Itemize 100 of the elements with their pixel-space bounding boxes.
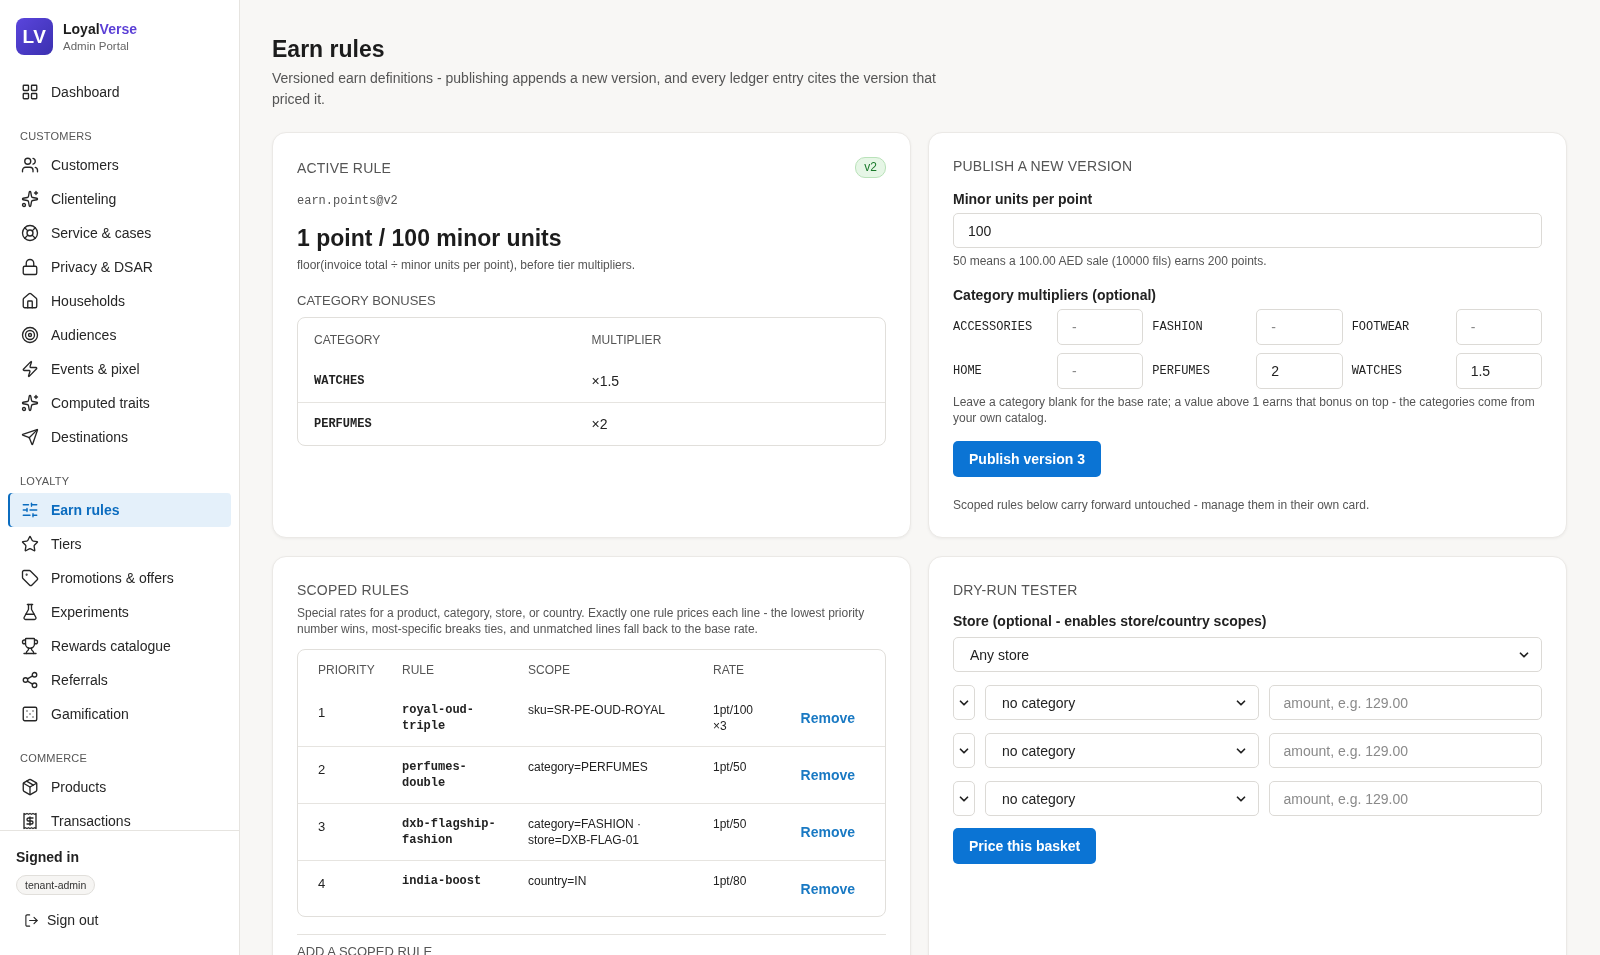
column-header: MULTIPLIER <box>591 332 663 349</box>
category-select[interactable]: no category <box>985 733 1259 768</box>
card-heading: SCOPED RULES <box>297 581 411 599</box>
card-heading: DRY-RUN TESTER <box>953 581 1079 599</box>
field-label: Category multipliers (optional) <box>953 286 1156 305</box>
table-cell-text: 1pt/100 ×3 <box>713 702 755 735</box>
amount-input[interactable]: amount, e.g. 129.00 <box>1268 781 1542 816</box>
minor-units-input[interactable]: 100 <box>953 213 1542 248</box>
sidebar-item[interactable]: Audiences <box>8 318 231 352</box>
table-cell-text: india-boost <box>402 873 483 890</box>
target-icon <box>21 326 39 344</box>
brand-name: LoyalVerse <box>63 20 137 38</box>
sparkles-icon <box>21 394 39 412</box>
line-select[interactable] <box>953 685 975 720</box>
sidebar-item[interactable]: Computed traits <box>8 386 231 420</box>
price-basket-button[interactable]: Price this basket <box>953 828 1097 864</box>
amount-input[interactable]: amount, e.g. 129.00 <box>1268 733 1542 768</box>
sidebar-item[interactable]: Experiments <box>8 595 231 629</box>
table-cell-text: 1 <box>318 704 327 722</box>
multiplier-input[interactable]: - <box>1455 309 1542 345</box>
column-header: RATE <box>713 662 746 679</box>
logo: LV <box>16 18 53 55</box>
remove-button[interactable]: Remove <box>800 824 855 840</box>
rule-rate: 1 point / 100 minor units <box>297 224 562 253</box>
receipt-icon <box>21 812 39 830</box>
multiplier-input[interactable]: 2 <box>1256 353 1343 389</box>
sidebar-item[interactable]: Rewards catalogue <box>8 629 231 663</box>
house-icon <box>21 292 39 310</box>
column-header: SCOPE <box>528 662 571 679</box>
rule-id: earn.points@v2 <box>297 193 398 209</box>
remove-button[interactable]: Remove <box>800 767 855 783</box>
multiplier-input[interactable]: - <box>1057 353 1144 389</box>
sidebar-item[interactable]: Referrals <box>8 663 231 697</box>
multiplier-input[interactable]: - <box>1256 309 1343 345</box>
line-select[interactable] <box>953 733 975 768</box>
category-select[interactable]: no category <box>985 685 1259 720</box>
nav-section-label: LOYALTY <box>20 474 71 488</box>
sidebar-item[interactable]: Earn rules <box>8 493 231 527</box>
grid-icon <box>21 83 39 101</box>
sidebar-item[interactable]: Gamification <box>8 697 231 731</box>
lifebuoy-icon <box>21 224 39 242</box>
share-icon <box>21 671 39 689</box>
column-header: RULE <box>402 662 435 679</box>
lightning-icon <box>21 360 39 378</box>
nav-section-label: CUSTOMERS <box>20 129 93 143</box>
amount-input[interactable]: amount, e.g. 129.00 <box>1268 685 1542 720</box>
sidebar-item[interactable]: Promotions & offers <box>8 561 231 595</box>
table-cell-text: royal-oud-triple <box>402 702 475 735</box>
star-icon <box>21 535 39 553</box>
table-cell-text: ×1.5 <box>591 372 621 391</box>
sidebar-item[interactable]: Customers <box>8 148 231 182</box>
sidebar-item[interactable]: Privacy & DSAR <box>8 250 231 284</box>
page-subtitle: Versioned earn definitions - publishing appends a new version, and every ledger entry cites the version that priced it. <box>272 69 937 109</box>
store-select[interactable]: Any store <box>953 637 1542 672</box>
table-cell-text: 1pt/50 <box>713 816 748 833</box>
role-tag: tenant-admin <box>16 875 96 895</box>
category-label: FOOTWEAR <box>1351 319 1410 335</box>
sliders-icon <box>21 501 39 519</box>
table-cell-text: category=PERFUMES <box>528 759 649 776</box>
card-description: Special rates for a product, category, store, or country. Exactly one rule prices each line - the lowest priority number wins, most-specific breaks ties, and unmatched lines fall back to the base rate. <box>297 605 866 637</box>
line-select[interactable] <box>953 781 975 816</box>
category-label: HOME <box>953 363 982 379</box>
table-cell-text: WATCHES <box>314 373 366 390</box>
multiplier-input[interactable]: - <box>1057 309 1144 345</box>
table-cell-text: 1pt/50 <box>713 759 748 776</box>
version-badge: v2 <box>855 157 886 178</box>
category-label: PERFUMES <box>1152 363 1210 379</box>
box-icon <box>21 778 39 796</box>
signed-in-heading: Signed in <box>16 848 79 867</box>
sidebar-item[interactable]: Products <box>8 770 231 804</box>
sidebar-item[interactable]: Service & cases <box>8 216 231 250</box>
publish-button[interactable]: Publish version 3 <box>953 441 1101 477</box>
field-hint: 50 means a 100.00 AED sale (10000 fils) earns 200 points. <box>953 253 1268 269</box>
remove-button[interactable]: Remove <box>800 710 855 726</box>
multiplier-input[interactable]: 1.5 <box>1455 353 1542 389</box>
sparkles-icon <box>21 190 39 208</box>
table-cell-text: country=IN <box>528 873 588 890</box>
table-cell-text: PERFUMES <box>314 416 373 433</box>
card-heading: PUBLISH A NEW VERSION <box>953 157 1134 175</box>
flask-icon <box>21 603 39 621</box>
rule-formula: floor(invoice total ÷ minor units per point), before tier multipliers. <box>297 257 637 273</box>
sidebar-item[interactable]: Clienteling <box>8 182 231 216</box>
field-hint: Leave a category blank for the base rate; a value above 1 earns that bonus on top - the categories come from your own catalog. <box>953 394 1536 426</box>
sidebar-item[interactable]: Dashboard <box>8 75 231 109</box>
remove-button[interactable]: Remove <box>800 880 855 897</box>
sidebar-item[interactable]: Destinations <box>8 420 231 454</box>
paper-plane-icon <box>21 428 39 446</box>
sidebar-item[interactable]: Events & pixel <box>8 352 231 386</box>
sign-out-button[interactable]: Sign out <box>24 912 99 928</box>
section-heading: CATEGORY BONUSES <box>297 292 436 310</box>
table-cell-text: ×2 <box>591 415 609 434</box>
sidebar-item[interactable]: Transactions <box>8 804 231 830</box>
users-icon <box>21 156 39 174</box>
field-label: Minor units per point <box>953 190 1093 209</box>
column-header: PRIORITY <box>318 662 376 679</box>
category-select[interactable]: no category <box>985 781 1259 816</box>
field-label: Store (optional - enables store/country scopes) <box>953 612 1267 631</box>
sidebar-item[interactable]: Tiers <box>8 527 231 561</box>
lock-icon <box>21 258 39 276</box>
sidebar-item[interactable]: Households <box>8 284 231 318</box>
